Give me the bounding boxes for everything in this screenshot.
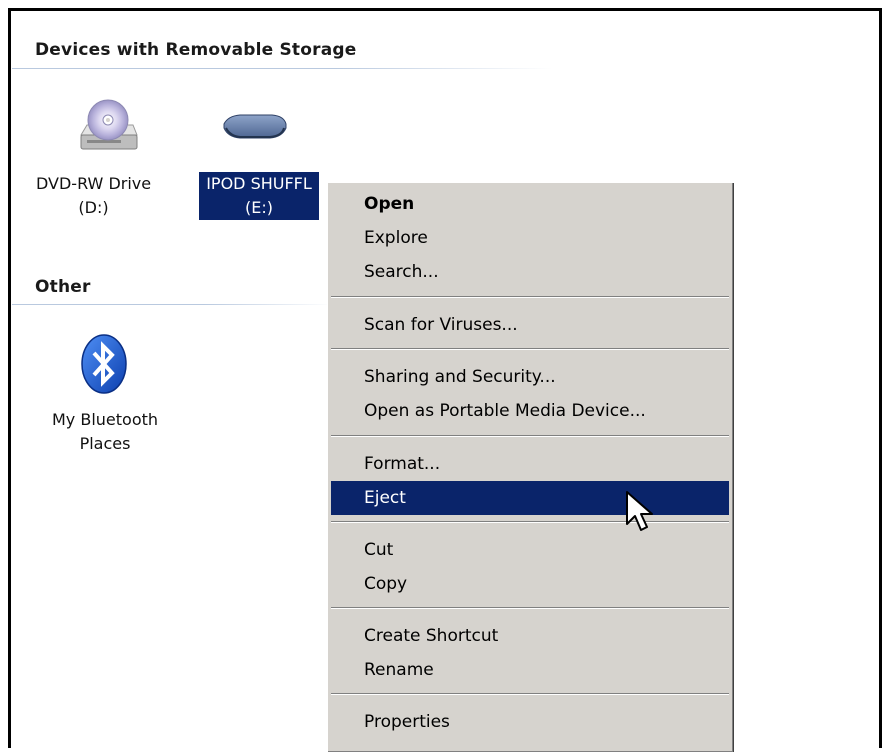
menu-item-properties[interactable]: Properties <box>331 705 729 739</box>
context-menu: Open Explore Search... Scan for Viruses.… <box>327 182 733 752</box>
mouse-pointer-icon <box>625 490 655 540</box>
group-divider-other <box>12 304 332 305</box>
dvd-drive-icon[interactable] <box>75 95 141 165</box>
group-divider-removable <box>12 68 552 69</box>
menu-separator <box>331 348 729 350</box>
bluetooth-icon[interactable] <box>78 333 130 399</box>
device-label-line1: IPOD SHUFFL <box>206 174 312 193</box>
device-dvd-rw-drive[interactable]: DVD-RW Drive (D:) <box>36 172 151 220</box>
menu-item-explore[interactable]: Explore <box>331 221 729 255</box>
device-label-line2: (D:) <box>78 198 109 217</box>
menu-item-rename[interactable]: Rename <box>331 653 729 687</box>
menu-item-create-shortcut[interactable]: Create Shortcut <box>331 619 729 653</box>
menu-item-open[interactable]: Open <box>331 187 729 221</box>
menu-item-format[interactable]: Format... <box>331 447 729 481</box>
menu-item-sharing-and-security[interactable]: Sharing and Security... <box>331 360 729 394</box>
menu-separator <box>331 296 729 298</box>
menu-item-search[interactable]: Search... <box>331 255 729 289</box>
menu-item-open-as-portable-media-device[interactable]: Open as Portable Media Device... <box>331 394 729 428</box>
menu-item-copy[interactable]: Copy <box>331 567 729 601</box>
device-label-line1: DVD-RW Drive <box>36 174 152 193</box>
device-ipod-shuffle[interactable]: IPOD SHUFFL (E:) <box>189 172 329 220</box>
menu-separator <box>331 607 729 609</box>
device-label-line1: My Bluetooth <box>51 410 159 429</box>
device-label-line2: (E:) <box>245 198 273 217</box>
group-header-other: Other <box>35 277 91 297</box>
removable-drive-icon[interactable] <box>220 110 290 148</box>
device-my-bluetooth-places[interactable]: My Bluetooth Places <box>30 408 180 456</box>
group-header-removable-storage: Devices with Removable Storage <box>35 40 357 60</box>
menu-separator <box>331 521 729 523</box>
menu-separator <box>331 435 729 437</box>
menu-item-scan-for-viruses[interactable]: Scan for Viruses... <box>331 308 729 342</box>
device-label-line2: Places <box>79 434 131 453</box>
menu-separator <box>331 693 729 695</box>
selection-highlight: IPOD SHUFFL (E:) <box>199 172 319 220</box>
menu-item-cut[interactable]: Cut <box>331 533 729 567</box>
menu-item-eject[interactable]: Eject <box>331 481 729 515</box>
